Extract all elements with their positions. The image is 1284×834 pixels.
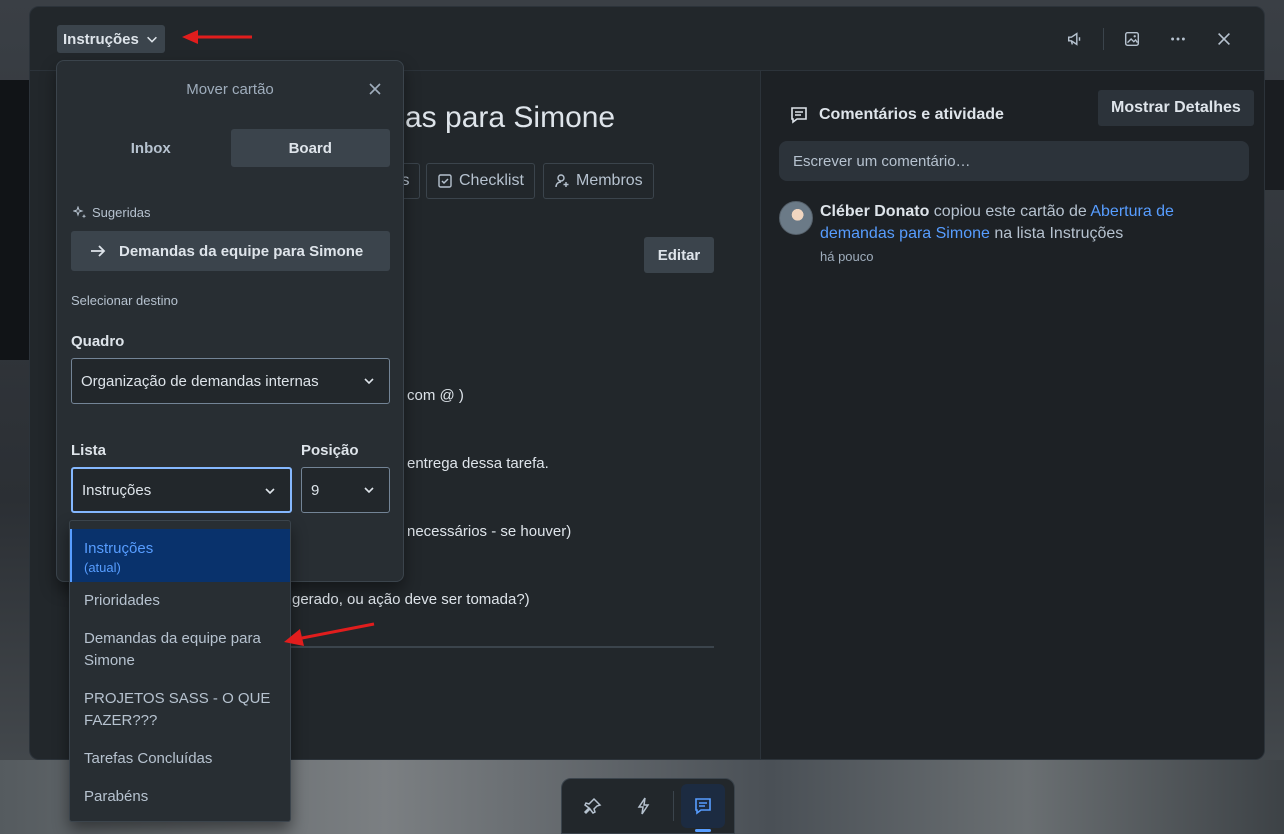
toolbar-divider: [672, 791, 674, 821]
suggested-label: Sugeridas: [92, 205, 151, 220]
arrow-right-icon: [91, 245, 106, 257]
list-option[interactable]: Demandas da equipe para Simone: [70, 620, 290, 680]
checkbox-icon: [438, 174, 452, 188]
bottom-toolbar: [561, 778, 735, 834]
card-header-actions: [1055, 25, 1244, 53]
list-selector-label: Instruções: [63, 30, 139, 48]
list-option[interactable]: Tarefas Concluídas: [70, 740, 290, 778]
list-option[interactable]: PROJETOS SASS - O QUE FAZER???: [70, 680, 290, 740]
avatar[interactable]: [779, 201, 813, 235]
description-line: gerado, ou ação deve ser tomada?): [292, 591, 530, 608]
comments-title: Comentários e atividade: [819, 106, 1004, 123]
activity-text-after: na lista Instruções: [989, 225, 1124, 242]
select-destination-label: Selecionar destino: [71, 293, 178, 308]
chevron-down-icon: [364, 487, 374, 494]
activity-timestamp[interactable]: há pouco: [820, 249, 874, 264]
activity-text: Cléber Donato copiou este cartão de Aber…: [820, 201, 1220, 245]
suggested-section: Sugeridas: [73, 205, 151, 220]
comment-input[interactable]: Escrever um comentário…: [779, 141, 1249, 181]
comment-icon: [791, 107, 807, 124]
checklist-button[interactable]: Checklist: [426, 163, 535, 199]
list-select[interactable]: Instruções: [71, 467, 292, 513]
background-blur-left: [0, 80, 30, 360]
members-button[interactable]: Membros: [543, 163, 654, 199]
suggested-destination-button[interactable]: Demandas da equipe para Simone: [71, 231, 390, 271]
card-title[interactable]: as para Simone: [405, 101, 615, 135]
list-field-label: Lista: [71, 442, 107, 459]
add-member-icon: [555, 174, 569, 188]
position-field-label: Posição: [301, 442, 359, 459]
chevron-down-icon: [146, 36, 157, 43]
lightning-icon[interactable]: [622, 784, 666, 828]
position-select-value: 9: [311, 481, 320, 499]
list-option[interactable]: Prioridades: [70, 582, 290, 620]
members-label: Membros: [576, 172, 643, 189]
chevron-down-icon: [364, 378, 374, 385]
close-icon[interactable]: [1204, 25, 1244, 53]
sparkle-icon: [73, 205, 87, 218]
list-selector-button[interactable]: Instruções: [57, 25, 165, 53]
chevron-down-icon: [265, 488, 275, 495]
chat-icon[interactable]: [680, 784, 725, 832]
close-icon[interactable]: [365, 79, 385, 99]
tab-board[interactable]: Board: [230, 129, 390, 167]
board-select-value: Organização de demandas internas: [81, 372, 319, 390]
list-option[interactable]: Instruções (atual): [70, 529, 290, 582]
destination-tabs: Inbox Board: [71, 129, 390, 167]
list-option[interactable]: Parabéns: [70, 778, 290, 816]
checklist-label: Checklist: [459, 172, 524, 189]
activity-author[interactable]: Cléber Donato: [820, 203, 929, 220]
megaphone-icon[interactable]: [1055, 25, 1095, 53]
description-line: com @ ): [407, 387, 464, 404]
description-line: necessários - se houver): [407, 523, 572, 540]
board-select[interactable]: Organização de demandas internas: [71, 358, 390, 404]
pin-icon[interactable]: [571, 784, 615, 828]
comments-pane: Comentários e atividade Mostrar Detalhes…: [760, 71, 1264, 759]
more-options-icon[interactable]: [1158, 25, 1198, 53]
position-select[interactable]: 9: [301, 467, 390, 513]
suggested-destination-label: Demandas da equipe para Simone: [119, 242, 364, 260]
activity-text-before: copiou este cartão de: [929, 203, 1091, 220]
header-divider: [1103, 28, 1104, 50]
list-dropdown-menu: Instruções (atual) Prioridades Demandas …: [69, 520, 291, 822]
tab-inbox[interactable]: Inbox: [71, 129, 231, 167]
list-option-current-tag: (atual): [84, 560, 121, 575]
annotation-arrow-icon: [284, 622, 375, 646]
background-blur-right: [1262, 80, 1284, 190]
list-select-value: Instruções: [82, 481, 152, 499]
show-details-button[interactable]: Mostrar Detalhes: [1098, 90, 1254, 126]
annotation-arrow-icon: [182, 30, 252, 44]
popover-title: Mover cartão: [186, 81, 274, 98]
board-field-label: Quadro: [71, 333, 125, 350]
move-card-popover: Mover cartão Inbox Board Sugeridas Deman…: [56, 60, 404, 582]
edit-description-button[interactable]: Editar: [644, 237, 714, 273]
description-line: entrega dessa tarefa.: [407, 455, 549, 472]
comments-header: Comentários e atividade: [789, 105, 1004, 125]
image-icon[interactable]: [1112, 25, 1152, 53]
list-option-label: Instruções: [84, 540, 154, 557]
